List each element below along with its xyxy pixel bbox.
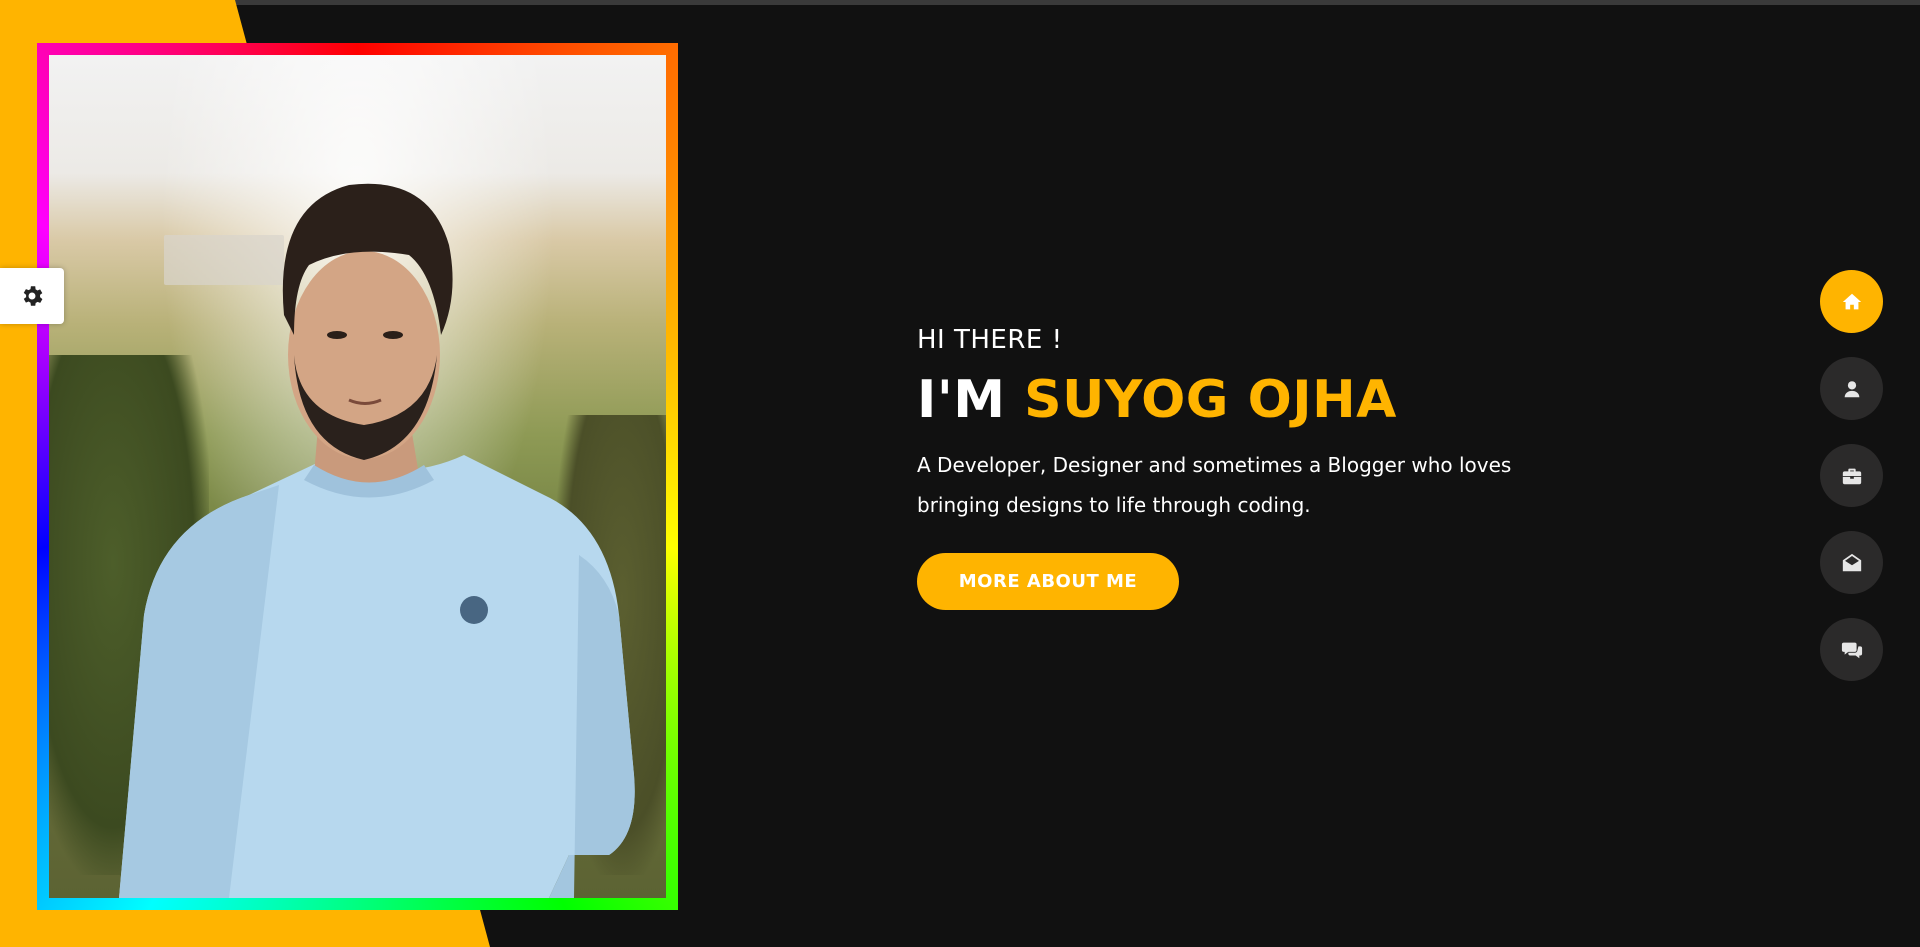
nav-home-button[interactable]	[1820, 270, 1883, 333]
settings-toggle-button[interactable]	[0, 268, 64, 324]
more-about-me-button[interactable]: MORE ABOUT ME	[917, 553, 1179, 610]
profile-photo	[49, 55, 666, 898]
portrait-figure	[119, 183, 635, 898]
hero-greeting: HI THERE !	[917, 325, 1063, 355]
briefcase-icon	[1842, 468, 1861, 484]
side-navigation	[1820, 270, 1883, 705]
home-icon	[1842, 293, 1861, 309]
top-strip	[0, 0, 1920, 5]
page: HI THERE ! I'M SUYOG OJHA A Developer, D…	[0, 0, 1920, 947]
user-icon	[1844, 380, 1859, 397]
hero-heading: I'M SUYOG OJHA	[917, 369, 1637, 431]
profile-photo-frame	[37, 43, 678, 910]
nav-contact-button[interactable]	[1820, 531, 1883, 594]
hero-tagline: A Developer, Designer and sometimes a Bl…	[917, 453, 1512, 517]
envelope-open-icon	[1842, 553, 1861, 571]
nav-portfolio-button[interactable]	[1820, 444, 1883, 507]
nav-about-button[interactable]	[1820, 357, 1883, 420]
nav-blog-button[interactable]	[1820, 618, 1883, 681]
hero-name: SUYOG OJHA	[1024, 370, 1397, 430]
hero-section: HI THERE ! I'M SUYOG OJHA A Developer, D…	[917, 325, 1637, 610]
hero-name-prefix: I'M	[917, 370, 1025, 430]
comments-icon	[1841, 642, 1862, 658]
gear-icon	[23, 286, 43, 306]
